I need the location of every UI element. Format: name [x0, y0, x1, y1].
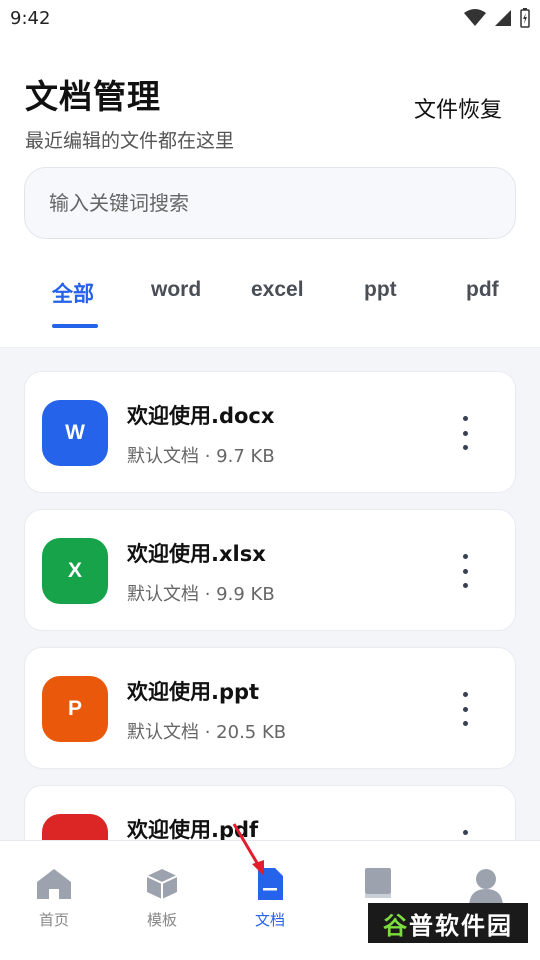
nav-home[interactable]: 首页 [14, 867, 94, 930]
cube-icon [146, 869, 178, 899]
file-card-ppt[interactable]: P 欢迎使用.ppt 默认文档 · 20.5 KB [24, 647, 516, 769]
signal-icon [495, 10, 511, 26]
excel-file-icon: X [42, 538, 108, 604]
header: 文档管理 最近编辑的文件都在这里 文件恢复 [25, 70, 515, 152]
nav-label: 模板 [146, 911, 177, 929]
nav-label: 首页 [38, 911, 69, 929]
wifi-icon [464, 9, 486, 26]
status-time: 9:42 [10, 7, 51, 29]
user-icon [469, 869, 503, 907]
file-meta: 默认文档 · 20.5 KB [127, 722, 287, 743]
search-box[interactable] [24, 167, 516, 239]
nav-templates[interactable]: 模板 [122, 867, 202, 930]
page-subtitle: 最近编辑的文件都在这里 [25, 130, 235, 152]
watermark-prefix: 谷 [383, 911, 409, 940]
file-meta: 默认文档 · 9.9 KB [127, 584, 275, 605]
watermark-logo: 谷普软件园 [368, 903, 528, 943]
word-file-icon: W [42, 400, 108, 466]
file-list: W 欢迎使用.docx 默认文档 · 9.7 KB X 欢迎使用.xlsx 默认… [0, 348, 540, 840]
file-name: 欢迎使用.ppt [127, 680, 260, 704]
file-meta: 默认文档 · 9.7 KB [127, 446, 275, 467]
search-input[interactable] [49, 191, 515, 215]
home-icon [37, 869, 71, 899]
tab-all[interactable]: 全部 [52, 278, 94, 308]
file-restore-button[interactable]: 文件恢复 [414, 92, 502, 124]
tab-pdf[interactable]: pdf [466, 278, 499, 302]
tab-word[interactable]: word [151, 278, 201, 302]
more-options-icon[interactable] [455, 416, 475, 450]
pointer-arrow-icon [232, 823, 264, 876]
file-card-xlsx[interactable]: X 欢迎使用.xlsx 默认文档 · 9.9 KB [24, 509, 516, 631]
pdf-file-icon [42, 814, 108, 840]
status-bar: 9:42 [0, 0, 540, 36]
ppt-file-icon: P [42, 676, 108, 742]
more-options-icon[interactable] [455, 692, 475, 726]
more-options-icon[interactable] [455, 554, 475, 588]
active-tab-indicator [52, 324, 98, 328]
filter-tabs: 全部 word excel ppt pdf [0, 262, 540, 348]
nav-label: 文档 [254, 911, 285, 929]
file-card-docx[interactable]: W 欢迎使用.docx 默认文档 · 9.7 KB [24, 371, 516, 493]
book-icon [365, 868, 391, 898]
tab-excel[interactable]: excel [251, 278, 304, 302]
file-name: 欢迎使用.docx [127, 404, 275, 428]
watermark-text: 普软件园 [409, 911, 513, 940]
more-options-icon[interactable] [455, 830, 475, 840]
status-icons [464, 8, 530, 28]
tab-ppt[interactable]: ppt [364, 278, 397, 302]
battery-icon [520, 8, 530, 28]
file-name: 欢迎使用.xlsx [127, 542, 266, 566]
